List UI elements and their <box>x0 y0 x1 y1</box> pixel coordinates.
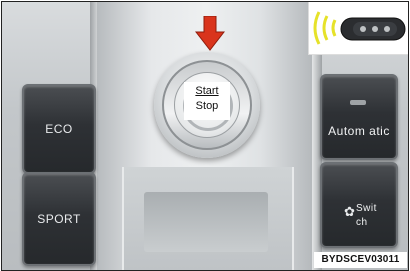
arrow-down-icon <box>195 16 225 51</box>
indicator-led <box>350 100 366 105</box>
console-photo: ECO SPORT Autom atic ✿ Swit ch Start Sto… <box>1 1 409 271</box>
sport-button[interactable]: SPORT <box>22 172 96 266</box>
key-fob-icon <box>313 11 406 45</box>
start-stop-label: Start Stop <box>184 82 230 120</box>
automatic-label: Autom atic <box>328 124 390 138</box>
key-fob-inset <box>308 2 408 55</box>
fan-icon: ✿ <box>344 204 356 219</box>
eco-button[interactable]: ECO <box>22 84 96 174</box>
center-slot <box>144 192 268 252</box>
figure-caption: BYDSCEV03011 <box>314 252 407 268</box>
eco-label: ECO <box>45 122 73 136</box>
automatic-button[interactable]: Autom atic <box>320 74 398 160</box>
switch-button[interactable]: ✿ Swit ch <box>320 162 398 248</box>
switch-label: Swit ch <box>356 203 377 228</box>
start-label: Start <box>195 85 219 97</box>
stop-label: Stop <box>195 100 219 112</box>
sport-label: SPORT <box>37 212 81 226</box>
